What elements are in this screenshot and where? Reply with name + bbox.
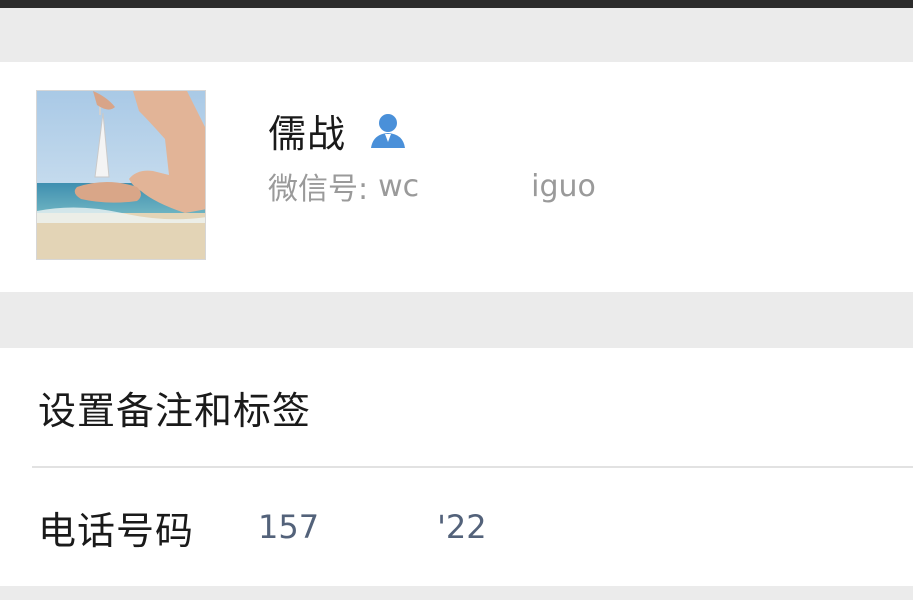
avatar[interactable] [36,90,206,260]
phone-number[interactable]: 157 '22 [258,508,487,546]
profile-card: 儒战 微信号: wc iguo [0,62,913,292]
wechat-id-redacted [419,171,532,201]
phone-suffix: '22 [437,508,487,546]
status-bar [0,0,913,8]
contact-profile-screen: 儒战 微信号: wc iguo 设置备注和标签 电话号码 157 '22 [0,0,913,600]
phone-prefix: 157 [258,508,320,546]
set-remark-tags-label: 设置备注和标签 [38,388,312,433]
avatar-image [37,91,205,259]
wechat-id: 微信号: wc iguo [268,164,596,208]
phone-row[interactable]: 电话号码 157 '22 [0,468,913,586]
contact-name: 儒战 [268,111,347,156]
contact-person-icon [368,110,408,150]
wechat-id-suffix: iguo [531,168,596,204]
phone-label: 电话号码 [38,508,195,553]
phone-redacted [319,512,438,542]
wechat-id-label: 微信号: [268,172,369,207]
wechat-id-prefix: wc [378,168,420,204]
settings-card: 设置备注和标签 电话号码 157 '22 [0,348,913,586]
name-row: 儒战 [268,102,408,158]
set-remark-tags-row[interactable]: 设置备注和标签 [0,348,913,466]
